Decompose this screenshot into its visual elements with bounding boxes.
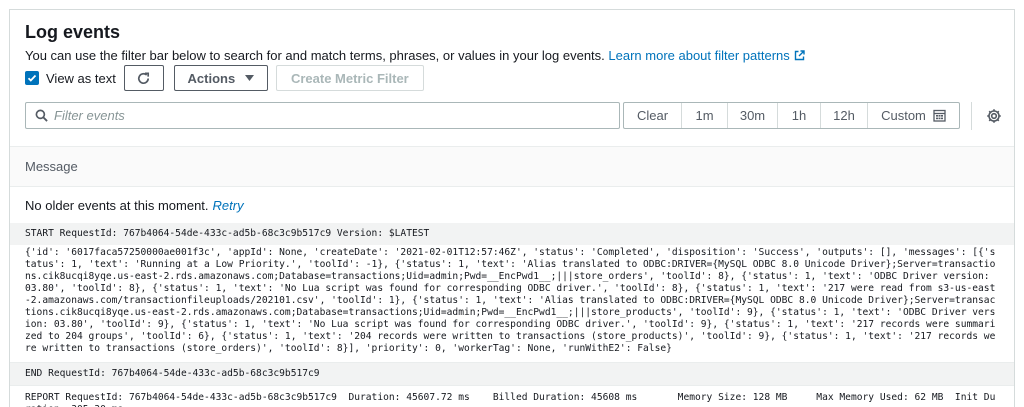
view-as-text-label: View as text — [46, 70, 116, 86]
external-link-icon — [794, 48, 805, 66]
gear-icon[interactable] — [986, 108, 1002, 124]
learn-more-link[interactable]: Learn more about filter patterns — [608, 48, 805, 66]
filter-events-search[interactable] — [25, 102, 620, 129]
search-icon — [35, 109, 48, 122]
time-range-selector: Clear 1m 30m 1h 12h Custom — [623, 102, 960, 129]
actions-label: Actions — [187, 70, 236, 86]
panel-header: Log events You can use the filter bar be… — [25, 20, 1005, 66]
calendar-icon — [933, 109, 946, 122]
refresh-button[interactable] — [123, 65, 164, 91]
log-row-end[interactable]: END RequestId: 767b4064-54de-433c-ad5b-6… — [10, 362, 1014, 386]
create-metric-filter-button[interactable]: Create Metric Filter — [275, 65, 424, 91]
view-as-text-checkbox[interactable] — [25, 71, 39, 85]
checkmark-icon — [27, 74, 37, 82]
retry-link[interactable]: Retry — [213, 198, 244, 213]
custom-range-label: Custom — [881, 108, 926, 123]
log-events-panel: Log events You can use the filter bar be… — [9, 9, 1015, 407]
filter-events-input[interactable] — [54, 108, 619, 123]
caret-down-icon — [245, 73, 255, 83]
no-older-text: No older events at this moment. — [25, 197, 209, 213]
range-12h-button[interactable]: 12h — [821, 103, 868, 128]
range-1m-button[interactable]: 1m — [682, 103, 728, 128]
log-row-start[interactable]: START RequestId: 767b4064-54de-433c-ad5b… — [10, 223, 1014, 245]
range-30m-button[interactable]: 30m — [728, 103, 778, 128]
description-text: You can use the filter bar below to sear… — [25, 48, 605, 63]
page-description: You can use the filter bar below to sear… — [25, 47, 1005, 66]
log-row-report[interactable]: REPORT RequestId: 767b4064-54de-433c-ad5… — [10, 386, 1014, 407]
custom-range-button[interactable]: Custom — [868, 103, 959, 128]
log-events-table: Message No older events at this moment. … — [10, 146, 1014, 407]
no-older-events-message: No older events at this moment. Retry — [10, 187, 1014, 223]
range-1h-button[interactable]: 1h — [778, 103, 821, 128]
toolbar-divider — [971, 102, 972, 130]
refresh-icon — [138, 72, 150, 84]
page-title: Log events — [25, 22, 121, 42]
message-column-header: Message — [10, 146, 1014, 187]
actions-button[interactable]: Actions — [173, 65, 268, 91]
log-row-message[interactable]: {'id': '6017faca57250000ae001f3c', 'appI… — [10, 245, 1014, 362]
clear-range-button[interactable]: Clear — [624, 103, 682, 128]
learn-more-link-label: Learn more about filter patterns — [608, 48, 790, 63]
toolbar: View as text Actions Create Metric Filte… — [25, 65, 424, 91]
